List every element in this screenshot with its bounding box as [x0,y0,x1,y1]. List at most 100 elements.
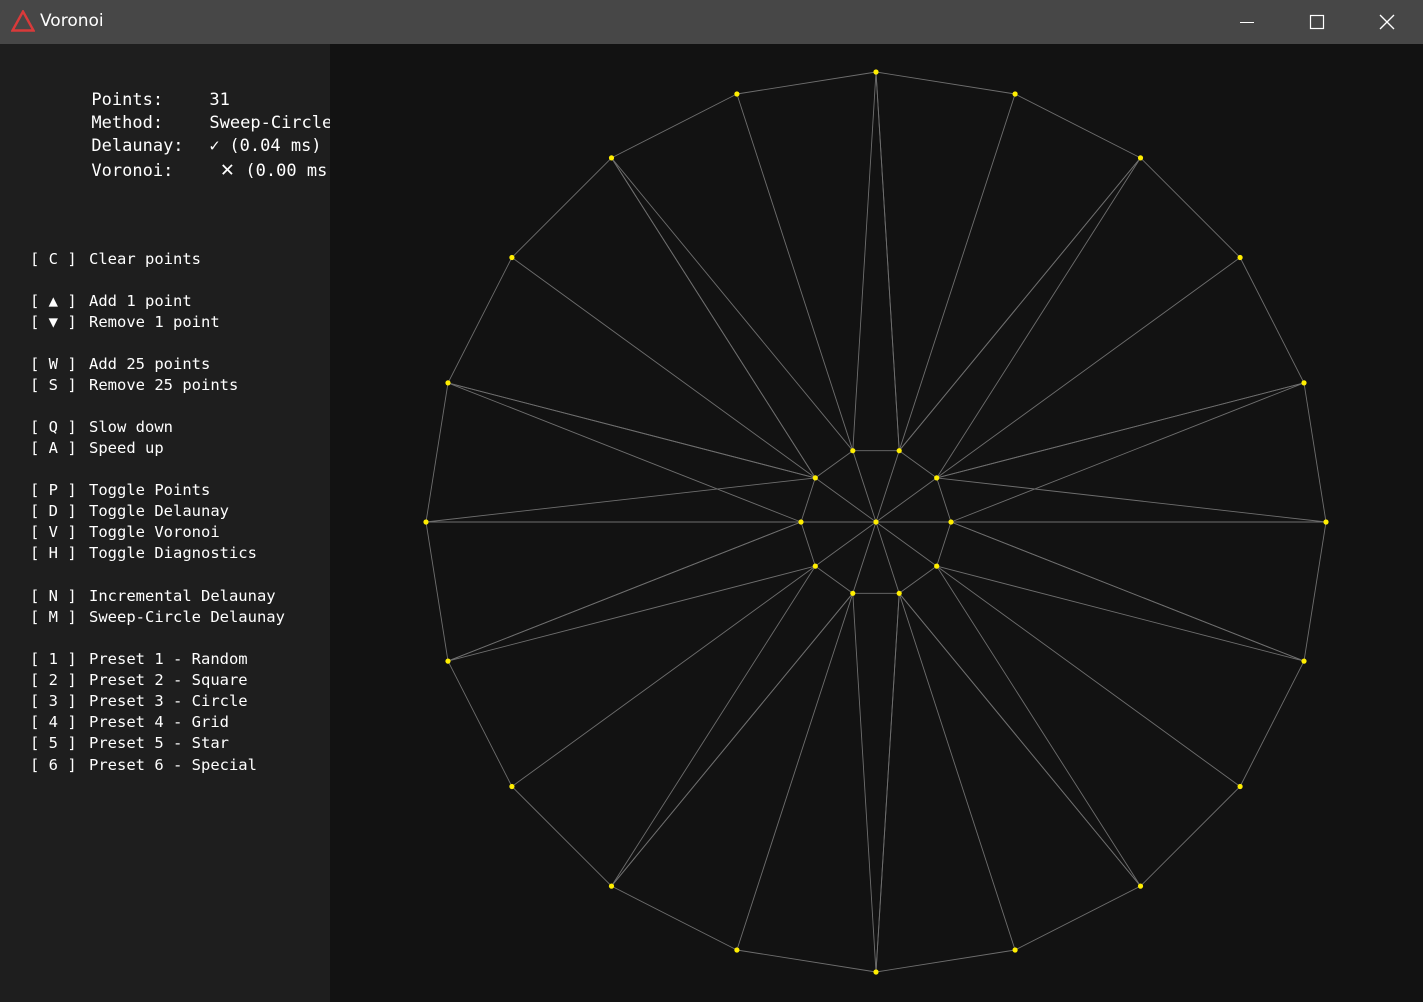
delaunay-edge [611,593,854,887]
shortcut-label: Clear points [89,250,201,268]
delaunay-edge [875,71,1016,95]
delaunay-edge [936,565,1141,887]
delaunay-edge [852,593,877,973]
site-point [509,783,515,790]
shortcut-label: Slow down [89,418,173,436]
shortcut-row: [ H ] Toggle Diagnostics [30,543,257,564]
sidebar-panel: Points: 31 Method: Sweep-Circle Delaunay: ✓… [0,44,338,1002]
site-point [445,380,451,386]
delaunay-edge [875,71,900,451]
delaunay-edge [736,93,854,451]
delaunay-edge [852,450,877,523]
shortcut-key: [ N ] [30,587,77,605]
site-point [1323,519,1329,525]
delaunay-edge [447,660,513,787]
delaunay-edge [936,157,1141,479]
delaunay-edge [936,257,1241,479]
shortcut-row: [ N ] Incremental Delaunay [30,586,276,607]
title-bar[interactable]: Voronoi [0,0,1423,44]
shortcut-key: [ ▼ ] [30,313,77,332]
delaunay-edge [800,521,816,567]
shortcut-row: [ 5 ] Preset 5 - Star [30,733,229,754]
delaunay-edge [875,521,900,594]
shortcut-label: Add 1 point [89,292,192,310]
site-point [934,563,940,569]
shortcut-label: Toggle Delaunay [89,502,229,521]
shortcut-label: Toggle Points [89,481,211,499]
site-point [896,448,902,454]
site-point [873,519,879,525]
delaunay-edge [950,382,1305,523]
delaunay-edge [425,477,816,523]
shortcut-label: Toggle Diagnostics [89,544,257,563]
delaunay-edge [1239,257,1305,384]
app-window: Voronoi Points: 31 Method: Sweep-Circle De… [0,0,1423,1002]
shortcut-key: [ 1 ] [30,650,77,668]
maximize-button[interactable] [1282,0,1352,44]
delaunay-edge [815,450,854,479]
shortcut-key: [ 5 ] [30,734,77,753]
delaunay-edge [936,565,1241,787]
shortcut-key: [ 3 ] [30,692,77,711]
delaunay-triangulation [423,69,1329,975]
delaunay-edge [611,565,816,887]
shortcut-label: Remove 1 point [89,313,220,332]
delaunay-edge [425,382,449,523]
shortcut-label: Speed up [89,439,164,458]
delaunay-edge [852,71,877,451]
site-point [1237,254,1243,261]
shortcut-key: [ D ] [30,502,77,521]
site-point [1301,380,1307,386]
delaunay-edge [736,949,877,973]
shortcut-row: [ D ] Toggle Delaunay [30,501,229,522]
delaunay-edge [1239,660,1305,787]
delaunay-edge [425,521,449,662]
shortcut-key: [ 6 ] [30,755,77,774]
delaunay-edge [447,521,802,662]
shortcut-label: Add 25 points [89,355,211,373]
delaunay-edge [447,382,802,523]
close-icon [1379,14,1395,30]
shortcut-row: [ ▲ ] Add 1 point [30,291,192,312]
delaunay-edge [736,71,877,95]
delaunay-edge [875,949,1016,973]
shortcut-key: [ A ] [30,439,77,458]
shortcut-key: [ M ] [30,608,77,627]
shortcut-key: [ 4 ] [30,713,77,732]
delaunay-edge [611,885,738,951]
shortcut-key: [ H ] [30,544,77,563]
shortcut-row: [ 6 ] Preset 6 - Special [30,755,257,776]
shortcut-row: [ 4 ] Preset 4 - Grid [30,712,229,733]
site-point [934,475,940,481]
shortcut-row: [ V ] Toggle Voronoi [30,522,220,543]
delaunay-edge [898,593,1141,887]
shortcut-label: Preset 1 - Random [89,650,248,668]
minimize-button[interactable] [1212,0,1282,44]
site-point [1012,91,1018,97]
drawing-canvas[interactable] [330,44,1423,1002]
delaunay-stat: Delaunay: ✓ (0.04 ms) [30,112,321,156]
delaunay-edge [511,257,816,479]
shortcut-label: Incremental Delaunay [89,587,276,605]
site-point [873,69,879,75]
delaunay-edge [815,565,854,594]
shortcut-key: [ P ] [30,481,77,499]
site-point [1237,783,1243,790]
delaunay-edge [1303,521,1327,662]
delaunay-edge [936,382,1305,479]
shortcut-key: [ Q ] [30,418,77,436]
shortcut-label: Preset 5 - Star [89,734,229,753]
shortcut-key: [ V ] [30,523,77,542]
voronoi-stat: Voronoi: ✕ (0.00 ms) [30,135,337,181]
triangle-logo-icon [11,10,35,32]
delaunay-edge [936,477,952,523]
delaunay-edge [511,786,612,887]
site-point [812,563,818,569]
delaunay-edge [1140,157,1241,258]
site-point [812,475,818,481]
delaunay-edge [447,565,816,662]
site-point [608,883,615,889]
close-button[interactable] [1352,0,1422,44]
site-point [734,947,740,953]
site-point [1301,658,1307,664]
